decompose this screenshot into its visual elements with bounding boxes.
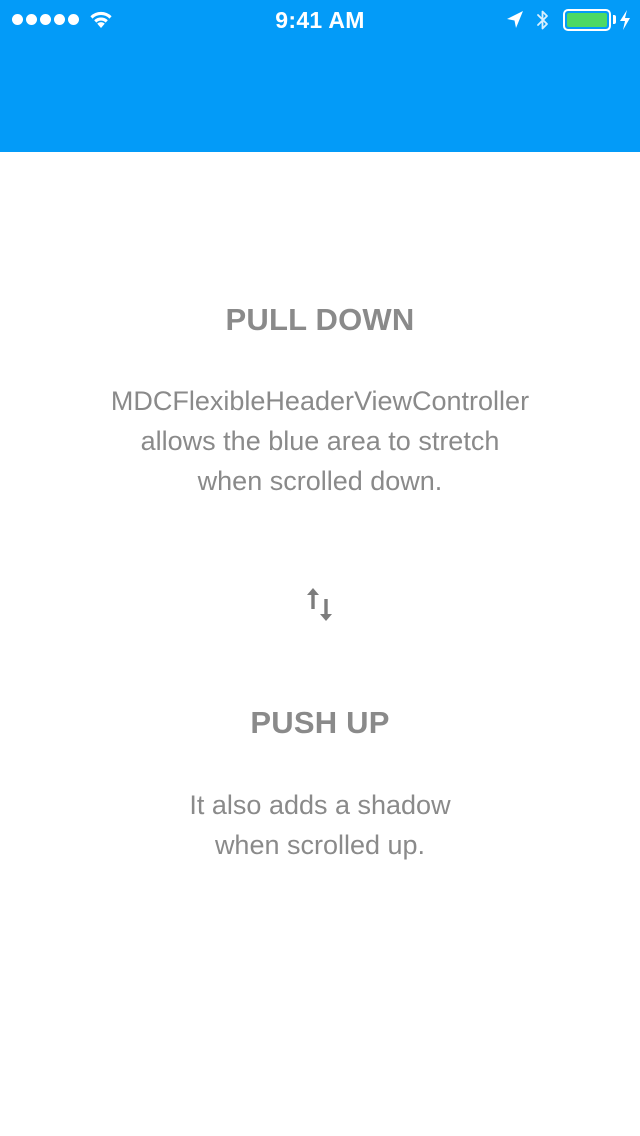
push-up-line-1: It also adds a shadow <box>189 790 451 820</box>
location-arrow-icon <box>507 11 523 28</box>
push-up-description: It also adds a shadow when scrolled up. <box>40 785 600 865</box>
bluetooth-icon <box>537 10 548 30</box>
pull-down-line-2: allows the blue area to stretch <box>140 426 500 456</box>
status-bar: 9:41 AM <box>0 0 640 40</box>
pull-down-line-1: MDCFlexibleHeaderViewController <box>110 386 530 416</box>
pull-down-line-3: when scrolled down. <box>197 466 443 496</box>
push-up-title: PUSH UP <box>250 705 390 740</box>
up-down-arrows-icon <box>307 588 332 621</box>
push-up-line-2: when scrolled up. <box>214 830 426 860</box>
flexible-header: 9:41 AM <box>0 0 640 152</box>
charging-bolt-icon <box>620 10 630 30</box>
screen: 9:41 AM PULL DOWN MDCFlexibleHeaderViewC… <box>0 0 640 1136</box>
battery-icon <box>563 9 611 31</box>
battery-level <box>567 13 607 27</box>
pull-down-title: PULL DOWN <box>225 302 415 337</box>
pull-down-description: MDCFlexibleHeaderViewController allows t… <box>40 381 600 501</box>
battery-tip <box>613 15 616 24</box>
